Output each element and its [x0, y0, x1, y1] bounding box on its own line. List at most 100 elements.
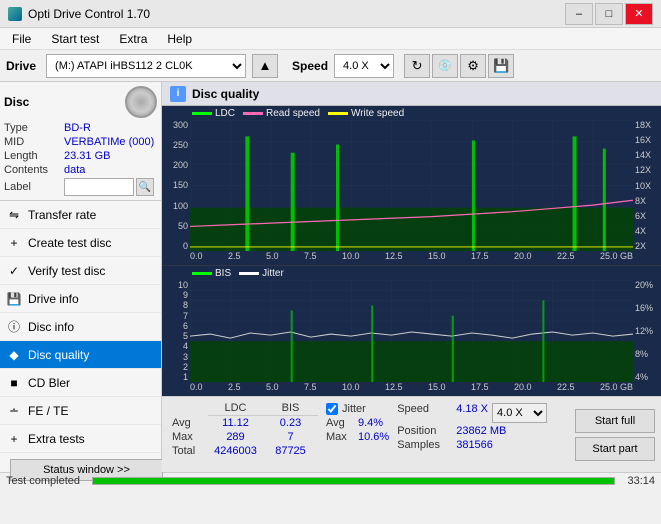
nav-fe-te[interactable]: ∸ FE / TE — [0, 397, 161, 425]
sidebar: Disc Type BD-R MID VERBATIMe (000) Lengt… — [0, 82, 162, 472]
label-label: Label — [4, 181, 64, 193]
refresh-button[interactable]: ↻ — [404, 54, 430, 78]
nav-create-label: Create test disc — [28, 236, 111, 250]
x-15: 15.0 — [428, 251, 446, 265]
y-upper-0: 0 — [183, 241, 188, 251]
jitter-max-val: 10.6% — [358, 431, 389, 443]
y-right-6x: 6X — [635, 211, 646, 221]
lower-legend: BIS Jitter — [192, 268, 284, 279]
mid-value: VERBATIMe (000) — [64, 136, 157, 148]
jitter-legend: Jitter — [239, 268, 284, 279]
max-bis: 7 — [263, 430, 318, 444]
y-right-2x: 2X — [635, 241, 646, 251]
lower-chart-svg — [190, 280, 633, 382]
jitter-label: Jitter — [342, 403, 366, 415]
jitter-avg-label: Avg — [326, 417, 356, 429]
x-17.5: 17.5 — [471, 251, 489, 265]
disc-title: Disc — [4, 95, 29, 109]
nav-items: ⇋ Transfer rate + Create test disc ✓ Ver… — [0, 201, 161, 453]
position-row: Position 23862 MB — [397, 425, 547, 437]
chart-header: i Disc quality — [162, 82, 661, 106]
create-icon: + — [6, 235, 22, 251]
maximize-button[interactable]: □ — [595, 3, 623, 25]
y-right-16x: 16X — [635, 135, 651, 145]
x-labels-upper: 0.0 2.5 5.0 7.5 10.0 12.5 15.0 17.5 20.0… — [190, 251, 633, 265]
nav-disc-info-label: Disc info — [28, 320, 74, 334]
start-full-button[interactable]: Start full — [575, 409, 655, 433]
position-key: Position — [397, 425, 452, 437]
speed-select[interactable]: 4.0 X — [334, 54, 394, 78]
disc-button[interactable]: 💿 — [432, 54, 458, 78]
verify-icon: ✓ — [6, 263, 22, 279]
label-icon-button[interactable]: 🔍 — [136, 178, 154, 196]
x-25: 25.0 GB — [600, 251, 633, 265]
contents-value: data — [64, 164, 157, 176]
write-legend: Write speed — [328, 108, 404, 119]
disc-info-icon: ⓘ — [6, 319, 22, 335]
nav-cd-bler[interactable]: ■ CD Bler — [0, 369, 161, 397]
start-part-button[interactable]: Start part — [575, 437, 655, 461]
chart-title: Disc quality — [192, 87, 259, 101]
close-button[interactable]: ✕ — [625, 3, 653, 25]
jitter-checkbox[interactable] — [326, 403, 338, 415]
length-label: Length — [4, 150, 64, 162]
type-value: BD-R — [64, 122, 157, 134]
nav-create-test-disc[interactable]: + Create test disc — [0, 229, 161, 257]
menu-file[interactable]: File — [4, 30, 39, 48]
y-upper-200: 200 — [173, 160, 188, 170]
label-input[interactable] — [64, 178, 134, 196]
menu-extra[interactable]: Extra — [111, 30, 155, 48]
save-button[interactable]: 💾 — [488, 54, 514, 78]
nav-drive-info[interactable]: 💾 Drive info — [0, 285, 161, 313]
y-right-18x: 18X — [635, 120, 651, 130]
avg-bis: 0.23 — [263, 416, 318, 431]
titlebar-left: Opti Drive Control 1.70 — [8, 7, 150, 21]
disc-image — [125, 86, 157, 118]
nav-verify-label: Verify test disc — [28, 264, 105, 278]
avg-row: Avg 11.12 0.23 — [168, 416, 318, 431]
nav-disc-quality[interactable]: ◆ Disc quality — [0, 341, 161, 369]
y-right-8x: 8X — [635, 196, 646, 206]
upper-legend: LDC Read speed Write speed — [192, 108, 404, 119]
y-left-lower: 10 9 8 7 6 5 4 3 2 1 — [162, 280, 190, 382]
read-legend: Read speed — [243, 108, 320, 119]
transfer-icon: ⇋ — [6, 207, 22, 223]
nav-transfer-rate[interactable]: ⇋ Transfer rate — [0, 201, 161, 229]
x-5: 5.0 — [266, 251, 279, 265]
jitter-max-row: Max 10.6% — [326, 431, 389, 443]
bis-label: BIS — [215, 268, 231, 279]
menu-starttest[interactable]: Start test — [43, 30, 107, 48]
minimize-button[interactable]: – — [565, 3, 593, 25]
status-text: Test completed — [6, 475, 80, 487]
speed-label: Speed — [292, 59, 328, 73]
y-upper-50: 50 — [178, 221, 188, 231]
jitter-avg-val: 9.4% — [358, 417, 383, 429]
jitter-header: Jitter — [326, 403, 389, 415]
y-right-10x: 10X — [635, 181, 651, 191]
eject-button[interactable]: ▲ — [252, 54, 278, 78]
total-label: Total — [168, 444, 208, 458]
y-right-lower: 20% 16% 12% 8% 4% — [633, 280, 661, 382]
samples-row: Samples 381566 — [397, 439, 547, 451]
settings-button[interactable]: ⚙ — [460, 54, 486, 78]
disc-contents-row: Contents data — [4, 164, 157, 176]
content-area: i Disc quality LDC Read speed — [162, 82, 661, 472]
position-val: 23862 MB — [456, 425, 506, 437]
y-right-upper: 18X 16X 14X 12X 10X 8X 6X 4X 2X — [633, 120, 661, 251]
upper-chart: LDC Read speed Write speed 300 250 20 — [162, 106, 661, 266]
ldc-bis-table: LDC BIS Avg 11.12 0.23 Max 289 — [168, 401, 318, 458]
drive-select[interactable]: (M:) ATAPI iHBS112 2 CL0K — [46, 54, 246, 78]
nav-cd-bler-label: CD Bler — [28, 376, 70, 390]
menu-help[interactable]: Help — [159, 30, 200, 48]
main-layout: Disc Type BD-R MID VERBATIMe (000) Lengt… — [0, 82, 661, 472]
nav-disc-info[interactable]: ⓘ Disc info — [0, 313, 161, 341]
nav-verify-test-disc[interactable]: ✓ Verify test disc — [0, 257, 161, 285]
read-label: Read speed — [266, 108, 320, 119]
lower-chart: BIS Jitter 10 9 8 7 6 5 4 3 — [162, 266, 661, 396]
stats-row: LDC BIS Avg 11.12 0.23 Max 289 — [162, 396, 661, 472]
nav-transfer-rate-label: Transfer rate — [28, 208, 96, 222]
ldc-label: LDC — [215, 108, 235, 119]
nav-extra-tests[interactable]: + Extra tests — [0, 425, 161, 453]
disc-quality-icon: ◆ — [6, 347, 22, 363]
speed-target-select[interactable]: 4.0 X — [492, 403, 547, 423]
